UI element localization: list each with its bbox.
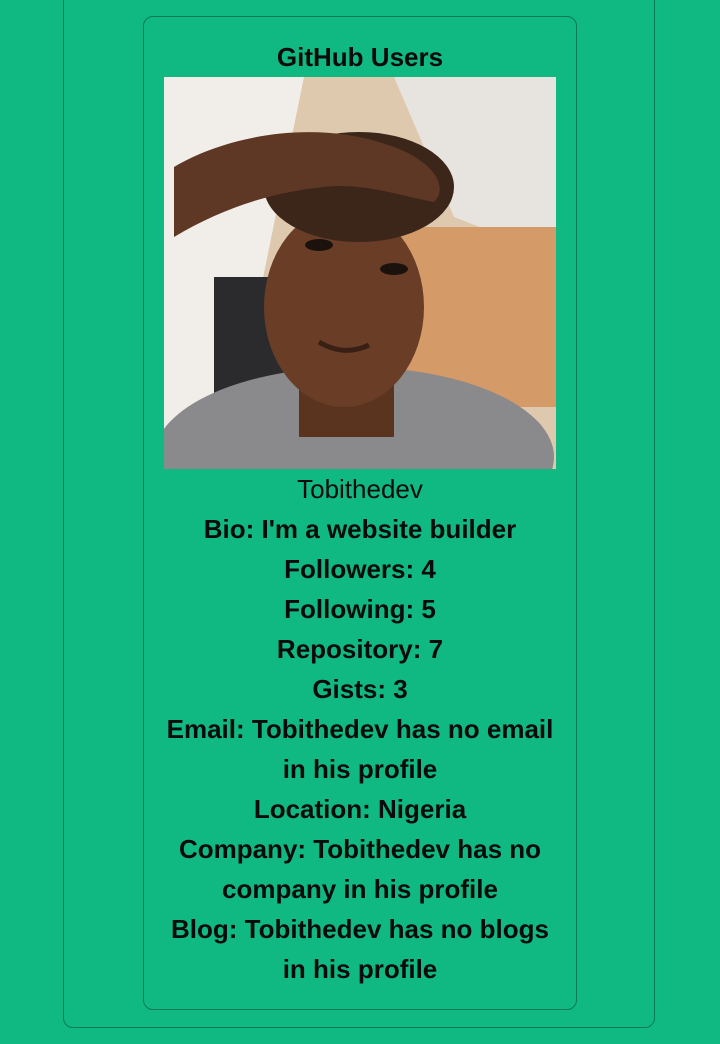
username: Tobithedev [297, 474, 423, 504]
bio-text: Bio: I'm a website builder [203, 514, 517, 544]
followers-count: Followers: 4 [284, 554, 436, 584]
avatar-photo [164, 77, 556, 469]
profile-info: Tobithedev Bio: I'm a website builder Fo… [144, 469, 576, 989]
email-text: Email: Tobithedev has no email in his pr… [166, 714, 554, 784]
repository-count: Repository: 7 [276, 634, 444, 664]
following-count: Following: 5 [284, 594, 436, 624]
company-text: Company: Tobithedev has no company in hi… [178, 834, 542, 904]
gists-count: Gists: 3 [312, 674, 408, 704]
user-card: GitHub Users Tobithedev Bio: I'm a websi… [143, 16, 577, 1010]
blog-text: Blog: Tobithedev has no blogs in his pro… [171, 914, 549, 984]
page-title: GitHub Users [276, 42, 444, 72]
location-text: Location: Nigeria [253, 794, 467, 824]
avatar [164, 77, 556, 469]
